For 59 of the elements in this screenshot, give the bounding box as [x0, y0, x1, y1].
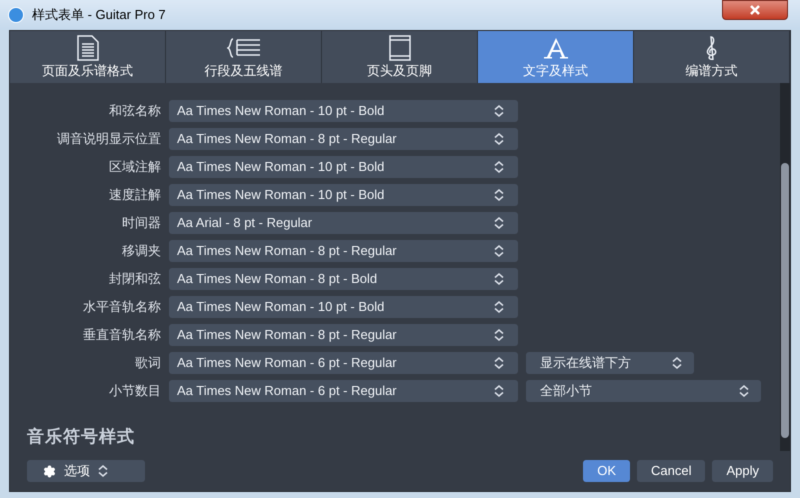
field-label: 水平音轨名称	[82, 298, 162, 316]
font-dropdown[interactable]: Aa Times New Roman - 6 pt - Regular	[169, 352, 518, 374]
updown-chevron-icon	[494, 329, 504, 341]
font-dropdown[interactable]: Aa Times New Roman - 8 pt - Regular	[169, 324, 518, 346]
field-label: 速度註解	[108, 186, 162, 204]
updown-chevron-icon	[494, 385, 504, 397]
font-dropdown[interactable]: Aa Times New Roman - 10 pt - Bold	[169, 184, 518, 206]
font-dropdown[interactable]: Aa Times New Roman - 8 pt - Bold	[169, 268, 518, 290]
font-dropdown[interactable]: Aa Times New Roman - 6 pt - Regular	[169, 380, 518, 402]
options-dropdown[interactable]: 选项	[27, 460, 145, 482]
tab[interactable]: 页面及乐谱格式	[10, 31, 166, 83]
tab[interactable]: 编谱方式	[634, 31, 790, 83]
updown-chevron-icon	[739, 385, 749, 397]
page-frame-icon	[388, 35, 410, 61]
tab[interactable]: 页头及页脚	[322, 31, 478, 83]
font-dropdown[interactable]: Aa Times New Roman - 10 pt - Bold	[169, 296, 518, 318]
field-label: 小节数目	[108, 382, 162, 400]
field-label: 调音说明显示位置	[56, 130, 162, 148]
tab[interactable]: 文字及样式	[478, 31, 634, 83]
close-icon	[749, 5, 761, 15]
dialog-button[interactable]: Cancel	[637, 460, 706, 482]
brace-staff-icon	[226, 38, 260, 58]
updown-chevron-icon	[494, 217, 504, 229]
font-dropdown[interactable]: Aa Times New Roman - 8 pt - Regular	[169, 240, 518, 262]
field-label: 垂直音轨名称	[82, 326, 162, 344]
close-button[interactable]	[722, 0, 788, 20]
font-dropdown[interactable]: Aa Arial - 8 pt - Regular	[169, 212, 518, 234]
window-title: 样式表单 - Guitar Pro 7	[32, 6, 166, 24]
font-dropdown[interactable]: Aa Times New Roman - 8 pt - Regular	[169, 128, 518, 150]
option-dropdown[interactable]: 全部小节	[526, 380, 761, 402]
updown-chevron-icon	[98, 465, 108, 477]
letter-icon	[542, 36, 568, 59]
updown-chevron-icon	[494, 273, 504, 285]
option-dropdown[interactable]: 显示在线谱下方	[526, 352, 694, 374]
font-dropdown[interactable]: Aa Times New Roman - 10 pt - Bold	[169, 100, 518, 122]
field-label: 封閉和弦	[108, 270, 162, 288]
field-label: 区域注解	[108, 158, 162, 176]
updown-chevron-icon	[494, 105, 504, 117]
updown-chevron-icon	[494, 357, 504, 369]
scrollbar-thumb[interactable]	[781, 163, 789, 438]
field-label: 和弦名称	[108, 102, 162, 120]
dialog-button[interactable]: Apply	[712, 460, 773, 482]
gear-icon	[43, 464, 56, 478]
updown-chevron-icon	[672, 357, 682, 369]
updown-chevron-icon	[494, 133, 504, 145]
dialog-button[interactable]: OK	[583, 460, 630, 482]
field-label: 移调夹	[121, 242, 162, 260]
updown-chevron-icon	[494, 189, 504, 201]
tab[interactable]: 行段及五线谱	[166, 31, 322, 83]
field-label: 歌词	[134, 354, 162, 372]
updown-chevron-icon	[494, 161, 504, 173]
updown-chevron-icon	[494, 245, 504, 257]
field-label: 时间器	[121, 214, 162, 232]
app-logo-icon	[8, 7, 24, 23]
document-icon	[76, 35, 100, 61]
updown-chevron-icon	[494, 301, 504, 313]
font-dropdown[interactable]: Aa Times New Roman - 10 pt - Bold	[169, 156, 518, 178]
section-title: 音乐符号样式	[27, 426, 135, 448]
scrollbar[interactable]	[780, 83, 790, 451]
